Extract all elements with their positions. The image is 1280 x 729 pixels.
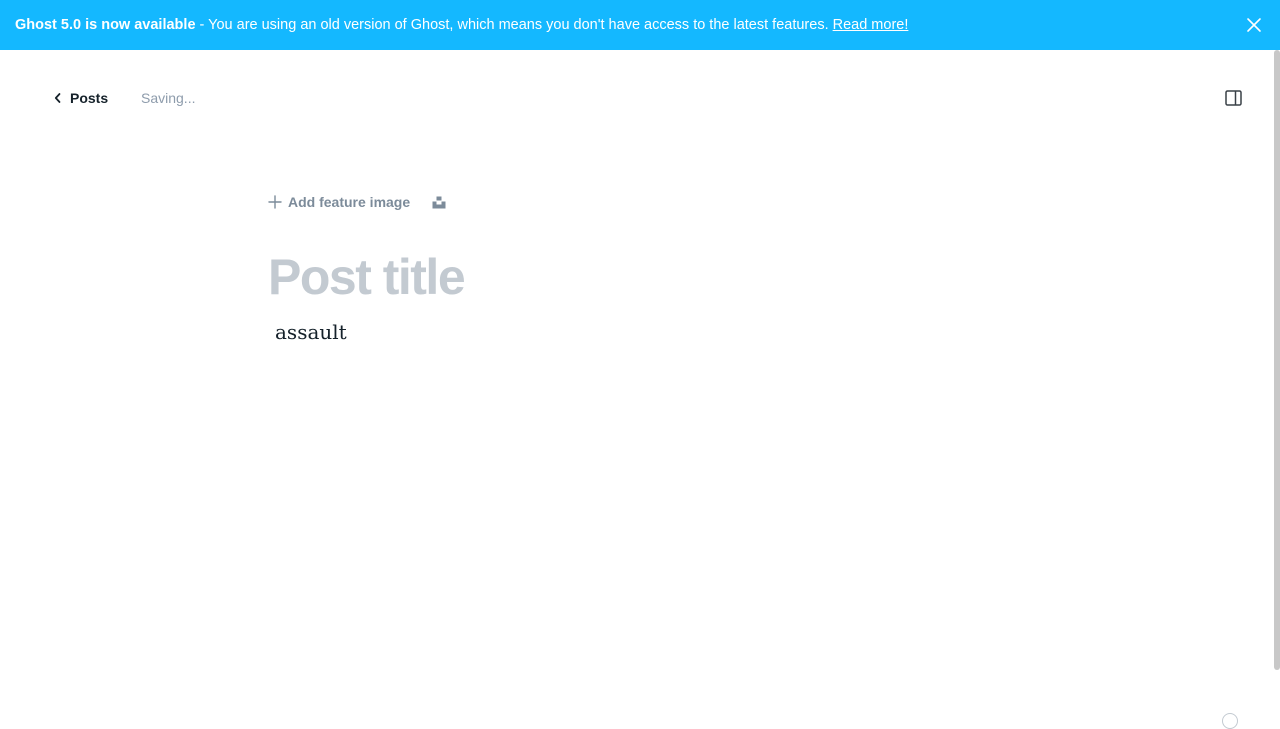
close-icon[interactable] — [1246, 17, 1262, 33]
sidebar-panel-icon[interactable] — [1225, 90, 1243, 106]
page-scrollbar[interactable] — [1274, 50, 1280, 670]
banner-read-more-link[interactable]: Read more! — [833, 17, 909, 33]
post-title-input[interactable]: Post title — [268, 246, 466, 308]
help-icon[interactable] — [1222, 713, 1238, 729]
banner-strong-text: Ghost 5.0 is now available — [15, 17, 196, 33]
post-body-editor[interactable]: assault — [275, 320, 347, 344]
back-to-posts-link[interactable]: Posts — [54, 88, 108, 108]
banner-message: - You are using an old version of Ghost,… — [195, 17, 829, 33]
back-label: Posts — [70, 90, 109, 106]
plus-icon — [268, 195, 282, 209]
unsplash-icon[interactable] — [432, 195, 446, 209]
save-status: Saving... — [141, 90, 196, 106]
update-banner: Ghost 5.0 is now available - You are usi… — [0, 0, 1280, 50]
add-feature-image-label: Add feature image — [288, 194, 411, 210]
chevron-left-icon — [54, 93, 61, 103]
add-feature-image-button[interactable]: Add feature image — [268, 192, 410, 212]
